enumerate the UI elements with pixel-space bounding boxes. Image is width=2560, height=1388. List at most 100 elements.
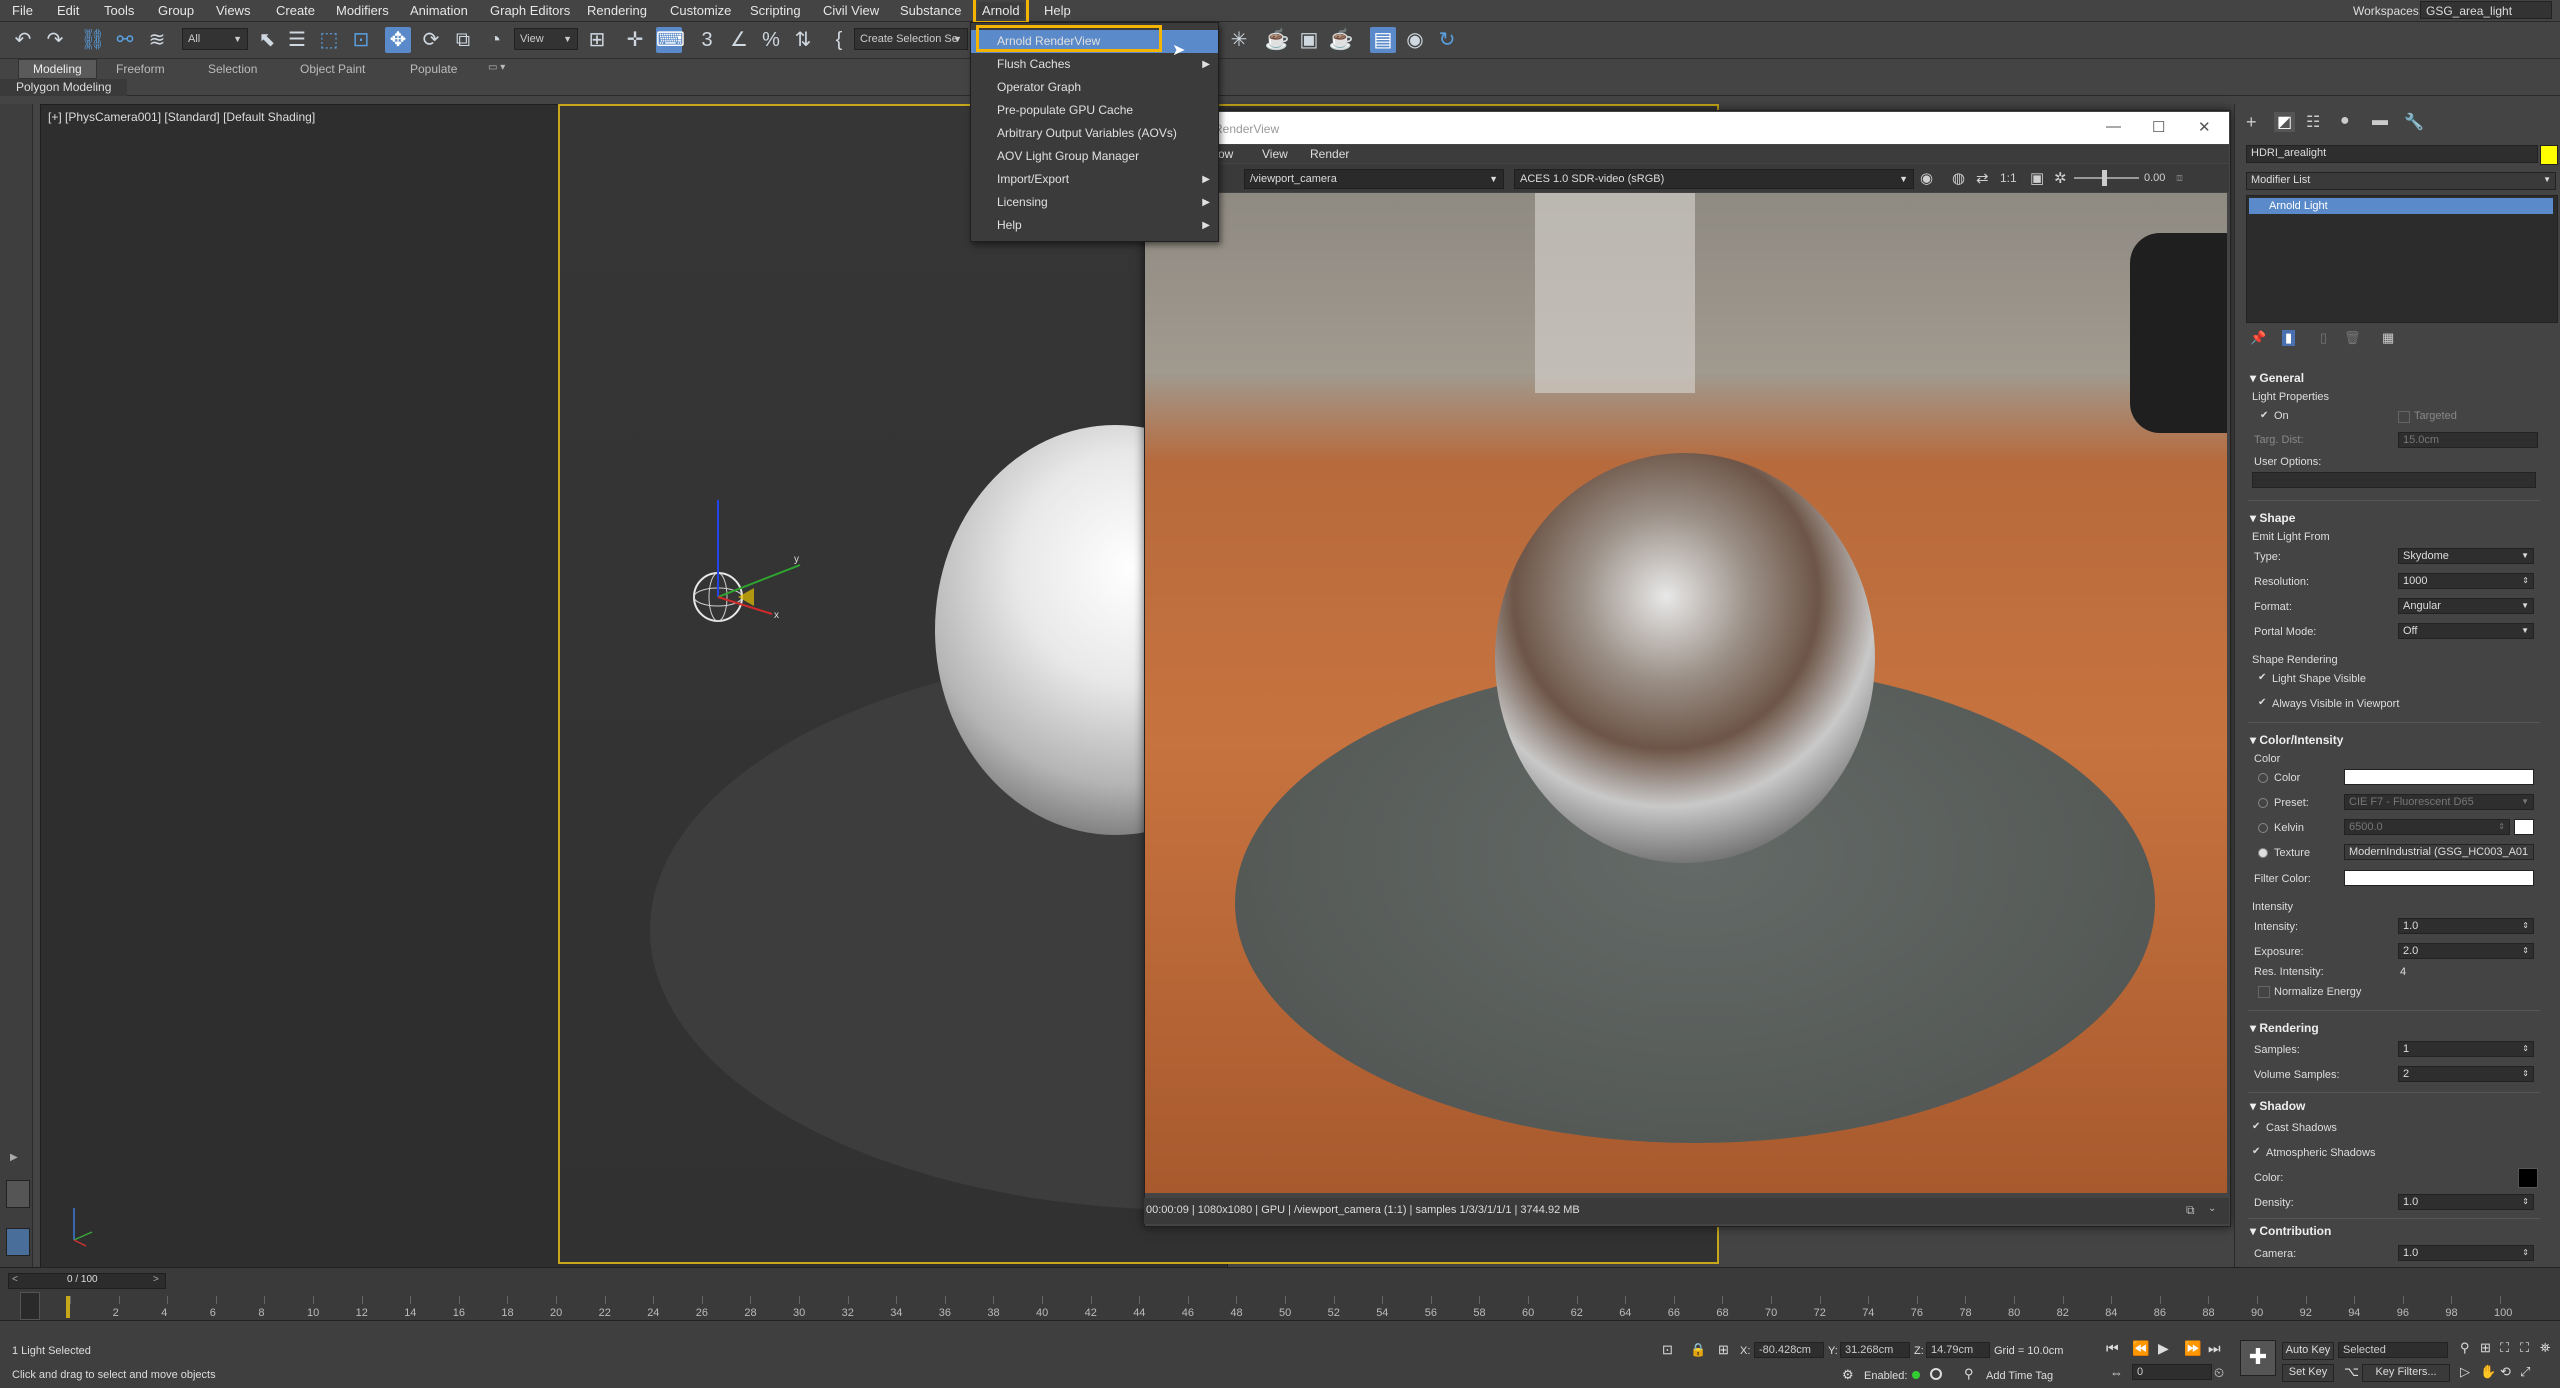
bind-space-warp-icon[interactable]: ≋ xyxy=(144,27,170,53)
light-gizmo[interactable]: y x xyxy=(680,490,820,630)
key-set-dropdown[interactable]: Selected xyxy=(2338,1342,2448,1358)
texture-radio[interactable] xyxy=(2258,848,2268,858)
menu-substance[interactable]: Substance xyxy=(900,3,961,18)
menu-help[interactable]: Help xyxy=(1044,3,1071,18)
pivot-center-icon[interactable]: ⊞ xyxy=(584,27,610,53)
display-view-dropdown[interactable]: ACES 1.0 SDR-video (sRGB) ▼ xyxy=(1514,169,1914,189)
menu-edit[interactable]: Edit xyxy=(57,3,79,18)
prev-frame-icon[interactable]: ⏪ xyxy=(2132,1340,2149,1357)
menu-scripting[interactable]: Scripting xyxy=(750,3,801,18)
make-unique-icon[interactable]: ▯ xyxy=(2320,330,2327,346)
render-production-icon[interactable]: ☕ xyxy=(1328,27,1354,53)
channel-display-icon[interactable]: ◉ xyxy=(1920,169,1933,187)
play-icon[interactable]: ▶ xyxy=(2158,1340,2169,1357)
rendering-rollout-title[interactable]: ▾ Rendering xyxy=(2250,1021,2319,1035)
x-coord-field[interactable]: -80.428cm xyxy=(1754,1342,1824,1358)
modifier-list-dropdown[interactable]: Modifier List ▼ xyxy=(2246,172,2556,190)
time-slider-next-icon[interactable]: > xyxy=(153,1274,159,1285)
resolution-spinner[interactable]: 1000 ⇕ xyxy=(2398,573,2534,589)
viewport-label[interactable]: [+] [PhysCamera001] [Standard] [Default … xyxy=(48,110,315,124)
time-slider-prev-icon[interactable]: < xyxy=(12,1274,18,1285)
renderview-menu-render[interactable]: Render xyxy=(1310,147,1349,161)
tab-populate[interactable]: Populate xyxy=(410,62,457,76)
unlink-icon[interactable]: ⚯ xyxy=(112,27,138,53)
exposure-spinner[interactable]: 2.0 ⇕ xyxy=(2398,943,2534,959)
z-coord-field[interactable]: 14.79cm xyxy=(1926,1342,1990,1358)
tab-freeform[interactable]: Freeform xyxy=(116,62,165,76)
targ-dist-field[interactable]: 15.0cm xyxy=(2398,432,2538,448)
light-shape-visible-checkbox[interactable]: ✔ xyxy=(2258,673,2268,683)
absolute-mode-icon[interactable]: ⊞ xyxy=(1718,1342,1729,1358)
menu-item-aovs[interactable]: Arbitrary Output Variables (AOVs) xyxy=(971,122,1218,145)
object-color-swatch[interactable] xyxy=(2540,145,2558,165)
undo-icon[interactable]: ↶ xyxy=(10,27,36,53)
menu-views[interactable]: Views xyxy=(216,3,250,18)
menu-customize[interactable]: Customize xyxy=(670,3,731,18)
renderview-menu-window[interactable]: ow xyxy=(1218,147,1233,161)
select-by-name-icon[interactable]: ☰ xyxy=(284,27,310,53)
color-radio[interactable] xyxy=(2258,773,2268,783)
select-scale-icon[interactable]: ⧉ xyxy=(450,27,476,53)
zoom-extents-all-icon[interactable]: ⛶ xyxy=(2520,1340,2529,1356)
renderview-title-bar[interactable]: RenderView — ☐ ✕ xyxy=(1144,112,2229,144)
lock-selection-icon[interactable]: 🔒 xyxy=(1690,1342,1706,1358)
display-tab-icon[interactable]: ▬ xyxy=(2372,112,2388,130)
adaptive-degradation-icon[interactable]: ⚙ xyxy=(1842,1367,1854,1383)
color-swatch[interactable] xyxy=(2344,769,2534,785)
select-object-icon[interactable]: ⬉ xyxy=(254,27,280,53)
modify-tab-icon[interactable]: ◩ xyxy=(2274,112,2296,132)
goto-end-icon[interactable]: ⏭ xyxy=(2208,1340,2221,1357)
texture-map-button[interactable]: ModernIndustrial (GSG_HC003_A01 xyxy=(2344,844,2534,860)
tab-modeling[interactable]: Modeling xyxy=(18,59,97,79)
snaps-toggle-icon[interactable]: 3 xyxy=(694,27,720,53)
camera-contribution-spinner[interactable]: 1.0 ⇕ xyxy=(2398,1245,2534,1261)
time-slider[interactable]: < 0 / 100 > xyxy=(8,1273,166,1289)
next-frame-icon[interactable]: ⏩ xyxy=(2184,1340,2201,1357)
render-in-cloud-icon[interactable]: ▤ xyxy=(1370,27,1396,53)
arnold-ipr-icon[interactable]: ↻ xyxy=(1434,27,1460,53)
save-image-icon[interactable]: ⧉ xyxy=(2186,1203,2195,1218)
hierarchy-tab-icon[interactable]: ☷ xyxy=(2306,112,2320,132)
configure-sets-icon[interactable]: ▦ xyxy=(2382,330,2394,346)
menu-civil-view[interactable]: Civil View xyxy=(823,3,879,18)
time-config-icon[interactable]: ⏲ xyxy=(2214,1365,2224,1381)
menu-item-aov-light-group-manager[interactable]: AOV Light Group Manager xyxy=(971,145,1218,168)
maximize-icon[interactable]: ☐ xyxy=(2152,118,2165,136)
kelvin-spinner[interactable]: 6500.0 ⇕ xyxy=(2344,819,2510,835)
menu-file[interactable]: File xyxy=(12,3,33,18)
isolate-icon[interactable]: ⊡ xyxy=(1662,1342,1673,1358)
density-spinner[interactable]: 1.0 ⇕ xyxy=(2398,1194,2534,1210)
menu-modifiers[interactable]: Modifiers xyxy=(336,3,389,18)
key-mode-icon[interactable]: ⇔ xyxy=(2110,1365,2123,1380)
key-filters-button[interactable]: Key Filters... xyxy=(2362,1364,2450,1382)
ribbon-options-icon[interactable]: ▭ ▾ xyxy=(488,62,505,73)
volume-samples-spinner[interactable]: 2 ⇕ xyxy=(2398,1066,2534,1082)
modifier-stack-item[interactable]: Arnold Light xyxy=(2249,198,2553,214)
portal-mode-dropdown[interactable]: Off ▼ xyxy=(2398,623,2534,639)
renderview-menu-view[interactable]: View xyxy=(1262,147,1288,161)
remove-modifier-icon[interactable]: 🗑 xyxy=(2344,330,2361,346)
goto-start-icon[interactable]: ⏮ xyxy=(2106,1340,2119,1357)
window-crossing-icon[interactable]: ⊡ xyxy=(348,27,374,53)
on-checkbox[interactable]: ✔ xyxy=(2260,411,2270,421)
tab-selection[interactable]: Selection xyxy=(208,62,257,76)
y-coord-field[interactable]: 31.268cm xyxy=(1840,1342,1910,1358)
minimize-icon[interactable]: — xyxy=(2106,118,2121,135)
pan-icon[interactable]: ⛯ xyxy=(2540,1340,2550,1356)
rendered-frame-window-icon[interactable]: ▣ xyxy=(1296,27,1322,53)
intensity-spinner[interactable]: 1.0 ⇕ xyxy=(2398,918,2534,934)
refresh-icon[interactable]: ⇄ xyxy=(1976,169,1989,187)
atmospheric-shadows-checkbox[interactable]: ✔ xyxy=(2252,1147,2262,1157)
show-end-result-icon[interactable]: ▮ xyxy=(2282,330,2296,346)
arnold-render-icon[interactable]: ◉ xyxy=(1402,27,1428,53)
y-axis-gizmo[interactable] xyxy=(717,564,801,598)
time-tag-icon[interactable] xyxy=(1930,1368,1942,1380)
utilities-tab-icon[interactable]: 🔧 xyxy=(2404,112,2424,132)
shape-rollout-title[interactable]: ▾ Shape xyxy=(2250,511,2295,525)
status-options-icon[interactable]: ⌄ xyxy=(2208,1203,2216,1214)
kelvin-radio[interactable] xyxy=(2258,823,2268,833)
rect-selection-icon[interactable]: ⬚ xyxy=(316,27,342,53)
format-dropdown[interactable]: Angular ▼ xyxy=(2398,598,2534,614)
set-key-big-icon[interactable]: ✚ xyxy=(2240,1340,2276,1376)
camera-dropdown[interactable]: /viewport_camera ▼ xyxy=(1244,169,1504,189)
